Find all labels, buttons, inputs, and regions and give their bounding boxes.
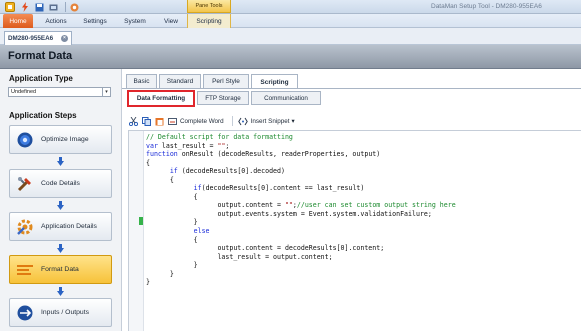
step-label: Application Details <box>41 223 97 230</box>
paste-icon[interactable] <box>154 116 164 126</box>
app-logo-icon[interactable] <box>4 2 16 12</box>
tab-basic[interactable]: Basic <box>126 74 157 88</box>
chevron-down-icon[interactable]: ▾ <box>102 88 110 96</box>
menu-system[interactable]: System <box>118 14 152 28</box>
tab-standard[interactable]: Standard <box>159 74 201 88</box>
arrow-down-icon <box>57 157 64 166</box>
inputs-outputs-icon <box>14 303 36 323</box>
script-code[interactable]: // Default script for data formatting var… <box>146 133 576 287</box>
code-editor[interactable]: // Default script for data formatting var… <box>128 130 581 331</box>
code-line[interactable]: } <box>146 261 576 270</box>
step-format-data[interactable]: Format Data <box>9 255 112 284</box>
code-line[interactable]: function onResult (decodeResults, reader… <box>146 150 576 159</box>
chevron-down-icon[interactable]: ▾ <box>292 118 295 125</box>
step-label: Format Data <box>41 266 79 273</box>
application-type-heading: Application Type <box>9 74 73 83</box>
format-data-icon <box>14 260 36 280</box>
close-icon[interactable]: × <box>61 35 68 42</box>
insert-snippet-button[interactable]: Insert Snippet <box>251 118 290 125</box>
code-line[interactable]: } <box>146 270 576 279</box>
code-line[interactable]: last_result = output.content; <box>146 253 576 262</box>
code-line[interactable]: { <box>146 159 576 168</box>
menu-home[interactable]: Home <box>3 14 33 28</box>
main-panel: Basic Standard Perl Style Scripting Data… <box>122 69 581 331</box>
code-line[interactable]: output.events.system = Event.system.vali… <box>146 210 576 219</box>
step-inputs-outputs[interactable]: Inputs / Outputs <box>9 298 112 327</box>
tab-scripting[interactable]: Scripting <box>251 74 298 89</box>
code-line[interactable]: var last_result = ""; <box>146 142 576 151</box>
menu-view[interactable]: View <box>158 14 184 28</box>
cut-icon[interactable] <box>128 116 138 126</box>
step-label: Code Details <box>41 180 80 187</box>
application-steps-heading: Application Steps <box>9 111 77 120</box>
subtab-communication[interactable]: Communication <box>251 91 321 105</box>
save-icon[interactable] <box>34 2 44 12</box>
page-header: Format Data <box>0 45 581 69</box>
complete-word-button[interactable]: Complete Word <box>180 118 224 125</box>
step-optimize-image[interactable]: Optimize Image <box>9 125 112 154</box>
complete-word-icon[interactable] <box>167 116 177 126</box>
application-details-icon <box>14 217 36 237</box>
code-line[interactable]: { <box>146 236 576 245</box>
device-icon[interactable] <box>48 2 58 12</box>
code-line[interactable]: output.content = "";//user can set custo… <box>146 201 576 210</box>
menu-scripting[interactable]: Scripting <box>187 14 231 28</box>
window-title: DataMan Setup Tool - DM280-955EA6 <box>431 3 542 10</box>
step-application-details[interactable]: Application Details <box>9 212 112 241</box>
step-code-details[interactable]: Code Details <box>9 169 112 198</box>
subtab-data-formatting[interactable]: Data Formatting <box>127 90 195 107</box>
application-type-select[interactable]: Undefined ▾ <box>8 87 111 97</box>
code-line[interactable]: { <box>146 193 576 202</box>
editor-gutter <box>129 131 144 331</box>
code-line[interactable]: } <box>146 278 576 287</box>
editor-toolbar: Complete Word Insert Snippet ▾ <box>128 114 576 128</box>
lightning-icon[interactable] <box>20 2 30 12</box>
insert-snippet-icon[interactable] <box>237 116 248 126</box>
arrow-down-icon <box>57 287 64 296</box>
ribbon-menu: Home Actions Settings System View Script… <box>0 14 581 28</box>
device-tab-strip: DM280-955EA6 × <box>0 28 581 45</box>
step-label: Optimize Image <box>41 136 89 143</box>
pane-tools-contextual-tab: Pane Tools <box>187 0 231 13</box>
arrow-down-icon <box>57 244 64 253</box>
menu-settings[interactable]: Settings <box>78 14 112 28</box>
subtab-ftp-storage[interactable]: FTP Storage <box>197 91 249 105</box>
menu-actions[interactable]: Actions <box>40 14 72 28</box>
code-line[interactable]: { <box>146 176 576 185</box>
changed-line-marker <box>139 217 143 225</box>
sidebar: Application Type Undefined ▾ Application… <box>0 69 122 331</box>
code-line[interactable]: // Default script for data formatting <box>146 133 576 142</box>
code-line[interactable]: if (decodeResults[0].decoded) <box>146 167 576 176</box>
toolbar-separator <box>231 116 233 126</box>
code-line[interactable]: output.content = decodeResults[0].conten… <box>146 244 576 253</box>
arrow-down-icon <box>57 201 64 210</box>
tab-panel-border <box>122 88 581 89</box>
code-line[interactable]: else <box>146 227 576 236</box>
device-tab[interactable]: DM280-955EA6 × <box>4 31 72 45</box>
optimize-image-icon <box>14 130 36 150</box>
record-icon[interactable] <box>69 2 79 12</box>
page-title: Format Data <box>8 50 73 62</box>
step-label: Inputs / Outputs <box>41 309 89 316</box>
application-type-value: Undefined <box>11 89 37 95</box>
code-details-icon <box>14 174 36 194</box>
tab-perl-style[interactable]: Perl Style <box>203 74 249 88</box>
code-line[interactable]: if(decodeResults[0].content == last_resu… <box>146 184 576 193</box>
code-line[interactable]: } <box>146 218 576 227</box>
title-bar: Pane Tools DataMan Setup Tool - DM280-95… <box>0 0 581 14</box>
device-tab-label: DM280-955EA6 <box>8 35 54 42</box>
copy-icon[interactable] <box>141 116 151 126</box>
